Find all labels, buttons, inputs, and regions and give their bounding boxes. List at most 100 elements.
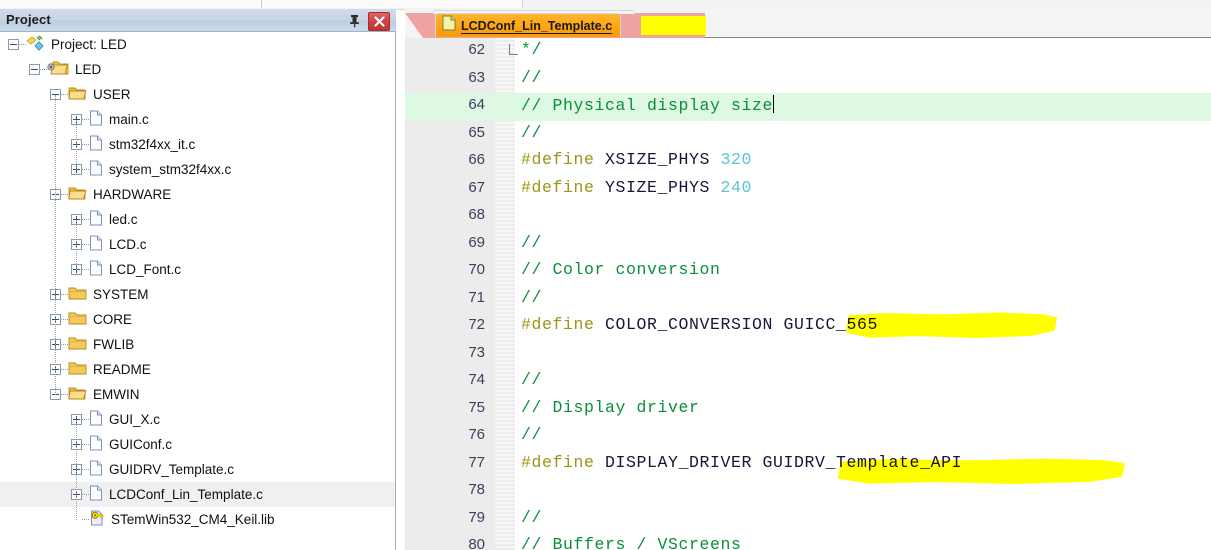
tree-item-lcdconf-lin-template-c[interactable]: LCDConf_Lin_Template.c xyxy=(0,482,395,507)
tree-item-label: GUIConf.c xyxy=(109,437,173,452)
code-line[interactable]: 72 #define COLOR_CONVERSION GUICC_565 xyxy=(405,313,1211,341)
code-line[interactable]: 79 // xyxy=(405,506,1211,534)
tree-item-hardware[interactable]: HARDWARE xyxy=(0,182,395,207)
tree-item-stemwin532-cm4-keil-lib[interactable]: STemWin532_CM4_Keil.lib xyxy=(0,507,395,532)
code-line-text: // Buffers / VScreens xyxy=(521,535,742,550)
code-line-text: // Color conversion xyxy=(521,260,721,279)
tree-item-label: system_stm32f4xx.c xyxy=(109,162,232,177)
tree-item-led-c[interactable]: led.c xyxy=(0,207,395,232)
tree-connector-line xyxy=(82,243,89,246)
c-file-icon xyxy=(89,460,103,479)
line-number: 68 xyxy=(468,206,485,223)
code-line[interactable]: 68 xyxy=(405,203,1211,231)
fold-end-marker[interactable] xyxy=(509,44,518,55)
code-line-text: #define COLOR_CONVERSION GUICC_565 xyxy=(521,315,879,334)
code-line[interactable]: 73 xyxy=(405,341,1211,369)
tab-lcdconf-lin-template-c[interactable]: LCDConf_Lin_Template.c xyxy=(435,13,622,37)
project-panel: Project Project: LED LED USER main.c stm32f4… xyxy=(0,9,396,550)
tree-connector-line xyxy=(61,293,68,296)
tree-item-label: GUIDRV_Template.c xyxy=(109,462,235,477)
line-number: 73 xyxy=(468,343,485,361)
tree-item-project-led[interactable]: Project: LED xyxy=(0,32,395,57)
tree-guide-line xyxy=(76,419,77,520)
tree-connector-line xyxy=(82,443,89,446)
tree-connector-line xyxy=(61,93,68,96)
tree-item-stm32f4xx-it-c[interactable]: stm32f4xx_it.c xyxy=(0,132,395,157)
project-icon xyxy=(26,34,45,55)
line-number: 78 xyxy=(468,481,485,498)
c-file-icon xyxy=(89,260,103,279)
c-file-icon xyxy=(89,235,103,254)
toolbar-segment-left xyxy=(0,0,262,8)
tree-item-label: HARDWARE xyxy=(93,187,172,202)
tree-item-led[interactable]: LED xyxy=(0,57,395,82)
tree-item-fwlib[interactable]: FWLIB xyxy=(0,332,395,357)
tree-item-label: EMWIN xyxy=(93,387,140,402)
tree-item-user[interactable]: USER xyxy=(0,82,395,107)
folder-open-icon xyxy=(68,186,87,204)
c-file-icon xyxy=(89,210,103,229)
tree-connector-line xyxy=(61,393,68,396)
tree-connector-line xyxy=(82,168,89,171)
code-line[interactable]: 65 // xyxy=(405,121,1211,149)
code-line[interactable]: 80 // Buffers / VScreens xyxy=(405,533,1211,550)
line-number: 72 xyxy=(468,316,485,333)
code-line[interactable]: 74 // xyxy=(405,368,1211,396)
project-tree[interactable]: Project: LED LED USER main.c stm32f4xx_it.cs… xyxy=(0,32,396,550)
code-line[interactable]: 75 // Display driver xyxy=(405,396,1211,424)
line-number: 65 xyxy=(468,123,485,141)
tree-guide-line xyxy=(55,94,56,395)
tree-connector-line xyxy=(82,493,89,496)
keil-uvision-window: Project Project: LED LED USER main.c stm32f4… xyxy=(0,0,1211,550)
code-text-area[interactable]: https://blog.csdn.net/weixin_43517955 62… xyxy=(405,38,1211,550)
tree-item-gui-x-c[interactable]: GUI_X.c xyxy=(0,407,395,432)
tree-item-main-c[interactable]: main.c xyxy=(0,107,395,132)
tree-item-readme[interactable]: README xyxy=(0,357,395,382)
code-line[interactable]: 78 xyxy=(405,478,1211,506)
tree-connector-line xyxy=(82,143,89,146)
tree-item-guiconf-c[interactable]: GUIConf.c xyxy=(0,432,395,457)
tree-item-guidrv-template-c[interactable]: GUIDRV_Template.c xyxy=(0,457,395,482)
code-line[interactable]: 76 // xyxy=(405,423,1211,451)
line-number: 71 xyxy=(468,288,485,306)
code-line-text: // xyxy=(521,425,543,444)
line-number: 79 xyxy=(468,508,485,526)
code-line[interactable]: 71 // xyxy=(405,286,1211,314)
tree-item-label: LCD.c xyxy=(109,237,147,252)
code-line[interactable]: 69 // xyxy=(405,231,1211,259)
code-line[interactable]: 64 // Physical display size xyxy=(405,93,1211,121)
tree-item-emwin[interactable]: EMWIN xyxy=(0,382,395,407)
tree-item-label: LCD_Font.c xyxy=(109,262,182,277)
code-line[interactable]: 62 */ xyxy=(405,38,1211,66)
lib-key-icon xyxy=(89,510,105,529)
project-panel-header: Project xyxy=(0,9,396,32)
pin-icon[interactable] xyxy=(347,13,362,28)
tree-item-label: USER xyxy=(93,87,131,102)
tree-item-label: main.c xyxy=(109,112,149,127)
close-panel-button[interactable] xyxy=(368,12,390,31)
tree-item-lcd-font-c[interactable]: LCD_Font.c xyxy=(0,257,395,282)
line-number: 63 xyxy=(468,68,485,86)
tree-item-core[interactable]: CORE xyxy=(0,307,395,332)
line-number: 64 xyxy=(468,96,485,113)
tree-guide-line xyxy=(76,119,77,170)
tree-collapse-icon[interactable] xyxy=(29,64,40,75)
tree-item-label: led.c xyxy=(109,212,138,227)
code-line[interactable]: 66 #define XSIZE_PHYS 320 xyxy=(405,148,1211,176)
code-line[interactable]: 63 // xyxy=(405,66,1211,94)
line-number: 69 xyxy=(468,233,485,251)
tree-item-system[interactable]: SYSTEM xyxy=(0,282,395,307)
code-line-text: // Display driver xyxy=(521,397,700,417)
tree-collapse-icon[interactable] xyxy=(8,39,19,50)
tab-label: LCDConf_Lin_Template.c xyxy=(461,18,613,33)
tree-item-lcd-c[interactable]: LCD.c xyxy=(0,232,395,257)
code-line-text: // xyxy=(521,122,543,142)
code-line-text: // xyxy=(521,370,543,389)
tree-connector-line xyxy=(19,43,26,46)
folder-closed-icon xyxy=(68,286,87,304)
folder-open-icon xyxy=(68,86,87,104)
code-line[interactable]: 70 // Color conversion xyxy=(405,258,1211,286)
code-line[interactable]: 67 #define YSIZE_PHYS 240 xyxy=(405,176,1211,204)
folder-closed-icon xyxy=(68,336,87,354)
tree-item-system-stm32f4xx-c[interactable]: system_stm32f4xx.c xyxy=(0,157,395,182)
